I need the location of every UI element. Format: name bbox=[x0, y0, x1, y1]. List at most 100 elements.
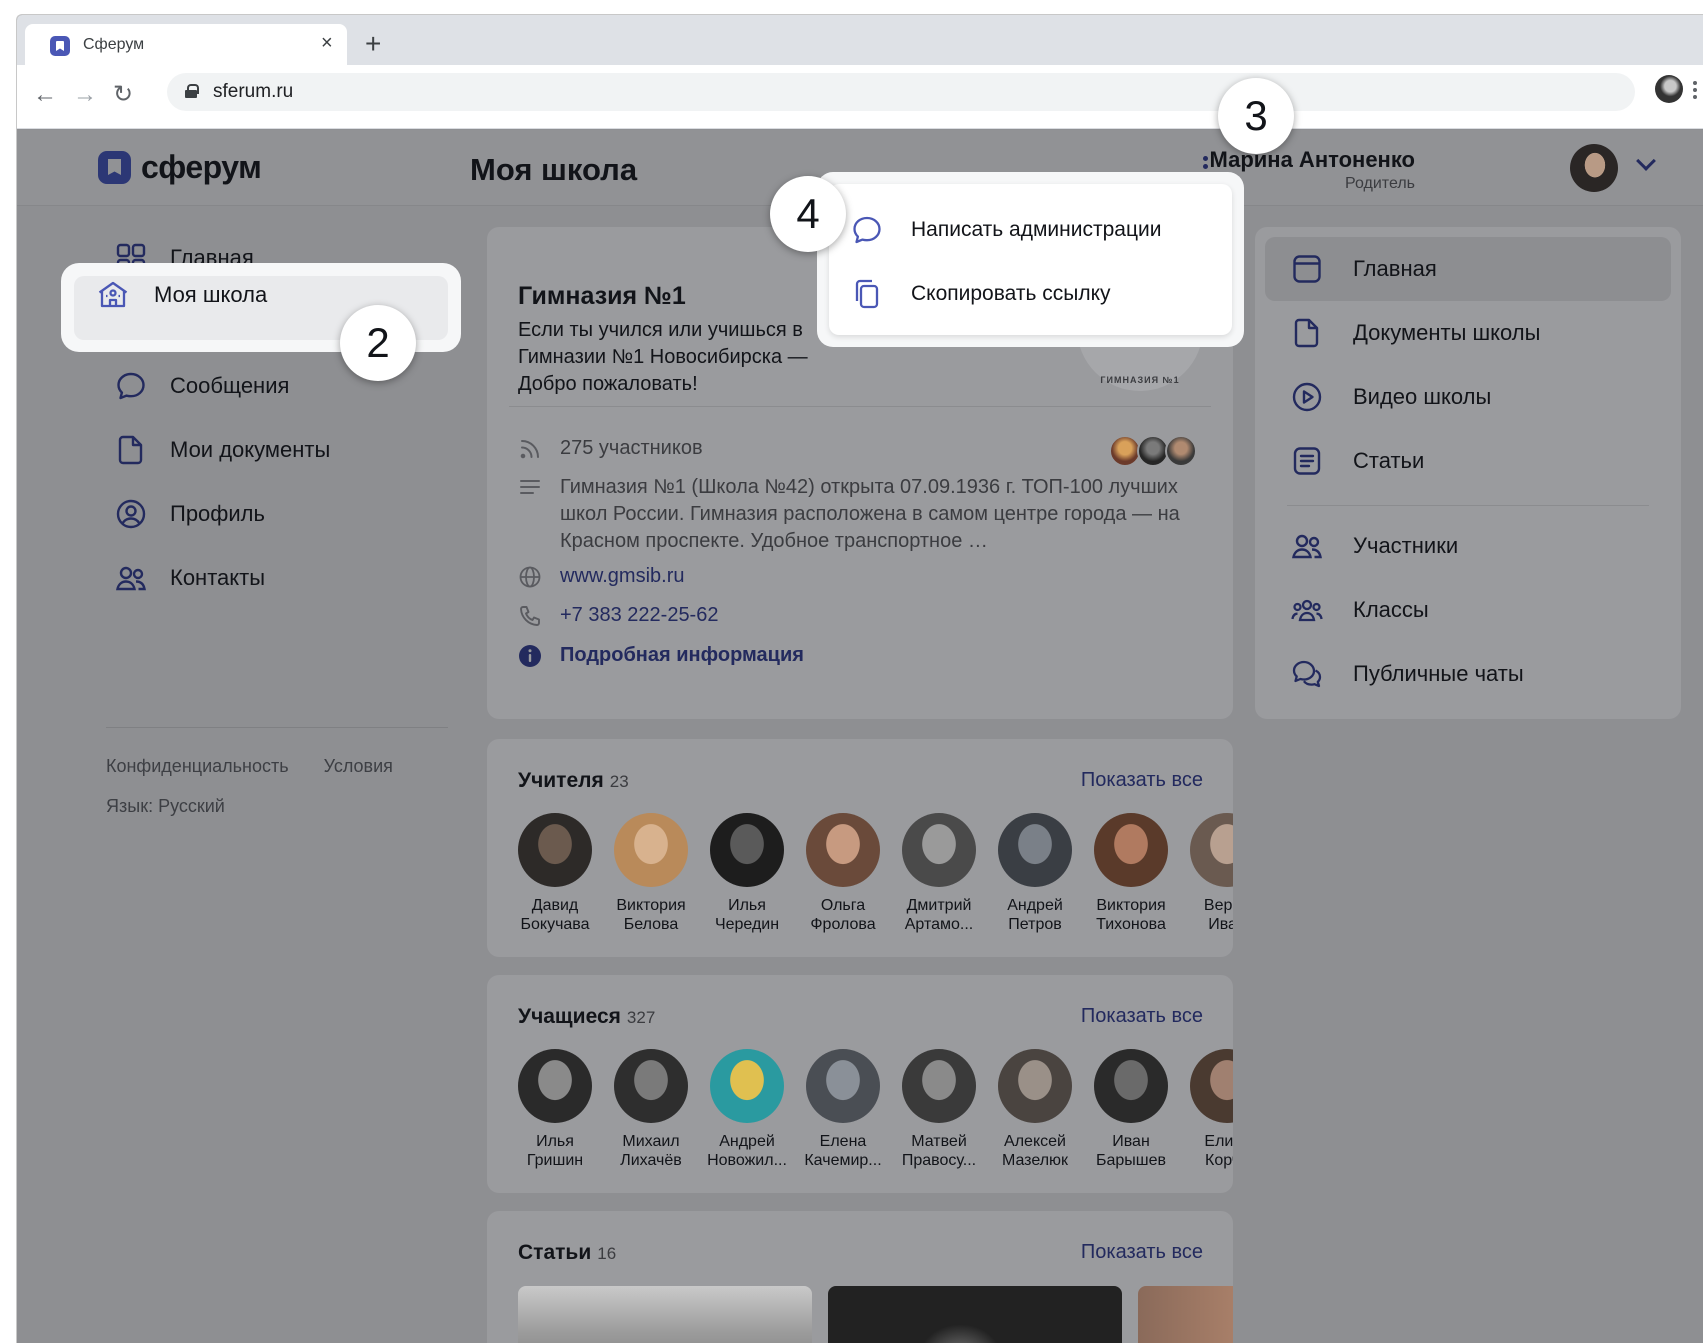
avatar bbox=[998, 1049, 1072, 1123]
person-name: Матвей Правосу... bbox=[901, 1133, 977, 1169]
avatar bbox=[614, 1049, 688, 1123]
sidebar-item-profile[interactable]: Профиль bbox=[77, 482, 467, 546]
students-show-all-link[interactable]: Показать все bbox=[1081, 1005, 1203, 1028]
person-card[interactable]: Илья Чередин bbox=[699, 813, 795, 934]
section-item-label: Статьи bbox=[1353, 448, 1425, 473]
chat-bubble-icon bbox=[115, 370, 147, 402]
chevron-down-icon[interactable] bbox=[1636, 151, 1656, 171]
sidebar-item-label: Мои документы bbox=[170, 437, 331, 462]
chats-icon bbox=[1291, 658, 1323, 690]
terms-link[interactable]: Условия bbox=[324, 756, 393, 776]
person-name: Андрей Новожил... bbox=[707, 1133, 787, 1169]
article-thumbnail[interactable] bbox=[828, 1286, 1122, 1343]
article-thumbnail[interactable] bbox=[1138, 1286, 1233, 1343]
person-card[interactable]: Давид Бокучава bbox=[507, 813, 603, 934]
avatar bbox=[806, 813, 880, 887]
school-slogan: Если ты учился или учишься в Гимназии №1… bbox=[518, 319, 808, 395]
person-name: ЕлизаКорча bbox=[1204, 1133, 1233, 1169]
member-avatar bbox=[1165, 435, 1197, 467]
school-phone-link[interactable]: +7 383 222-25-62 bbox=[560, 602, 718, 629]
teachers-list: Давид Бокучава Виктория Белова Илья Чередин Ол… bbox=[507, 813, 1233, 943]
section-item-home[interactable]: Главная bbox=[1265, 237, 1671, 301]
school-section-nav: Главная Документы школы Видео школы Стат… bbox=[1255, 227, 1681, 719]
teachers-title: Учителя 23 bbox=[518, 769, 629, 792]
avatar bbox=[902, 1049, 976, 1123]
section-item-documents[interactable]: Документы школы bbox=[1265, 301, 1671, 365]
person-card[interactable]: Андрей Петров bbox=[987, 813, 1083, 934]
menu-item-write-admin[interactable]: Написать администрации bbox=[829, 198, 1232, 260]
articles-title: Статьи 16 bbox=[518, 1241, 617, 1264]
school-website-link[interactable]: www.gmsib.ru bbox=[560, 563, 684, 590]
members-avatars[interactable] bbox=[1109, 435, 1205, 467]
person-name: Дмитрий Артамо... bbox=[904, 897, 974, 933]
articles-show-all-link[interactable]: Показать все bbox=[1081, 1241, 1203, 1264]
new-tab-button[interactable]: + bbox=[365, 30, 381, 58]
avatar bbox=[902, 813, 976, 887]
browser-profile-avatar[interactable] bbox=[1655, 75, 1683, 103]
section-item-video[interactable]: Видео школы bbox=[1265, 365, 1671, 429]
person-card[interactable]: Михаил Лихачёв bbox=[603, 1049, 699, 1170]
browser-tab[interactable]: Сферум × bbox=[25, 24, 347, 65]
person-card[interactable]: Андрей Новожил... bbox=[699, 1049, 795, 1170]
sidebar-item-documents[interactable]: Мои документы bbox=[77, 418, 467, 482]
avatar bbox=[806, 1049, 880, 1123]
person-card[interactable]: Алексей Мазелюк bbox=[987, 1049, 1083, 1170]
tab-strip: Сферум × + bbox=[17, 15, 1703, 65]
article-thumbnail[interactable] bbox=[518, 1286, 812, 1343]
teachers-show-all-link[interactable]: Показать все bbox=[1081, 769, 1203, 792]
phone-icon bbox=[518, 604, 542, 628]
section-item-label: Документы школы bbox=[1353, 320, 1541, 345]
page-title: Моя школа bbox=[470, 152, 638, 187]
language-selector[interactable]: Язык: Русский bbox=[106, 796, 225, 817]
step-badge-2: 2 bbox=[340, 305, 416, 381]
article-icon bbox=[1291, 445, 1323, 477]
section-item-members[interactable]: Участники bbox=[1265, 514, 1671, 578]
card-divider bbox=[509, 406, 1211, 407]
section-item-classes[interactable]: Классы bbox=[1265, 578, 1671, 642]
forward-arrow-icon[interactable]: → bbox=[73, 83, 97, 107]
person-name: Давид Бокучава bbox=[520, 897, 590, 933]
students-title: Учащиеся 327 bbox=[518, 1005, 656, 1028]
sidebar-item-contacts[interactable]: Контакты bbox=[77, 546, 467, 610]
sidebar-item-label: Сообщения bbox=[170, 373, 290, 398]
person-card[interactable]: Виктория Тихонова bbox=[1083, 813, 1179, 934]
step-badge-4: 4 bbox=[770, 176, 846, 252]
person-name: ВеронИван bbox=[1203, 897, 1233, 933]
sferum-logo-icon bbox=[98, 151, 131, 184]
url-text: sferum.ru bbox=[213, 81, 294, 102]
person-card[interactable]: Матвей Правосу... bbox=[891, 1049, 987, 1170]
person-card[interactable]: Дмитрий Артамо... bbox=[891, 813, 987, 934]
tab-close-icon[interactable]: × bbox=[321, 32, 333, 54]
person-name: Алексей Мазелюк bbox=[1001, 1133, 1069, 1169]
section-item-public-chats[interactable]: Публичные чаты bbox=[1265, 642, 1671, 706]
avatar bbox=[614, 813, 688, 887]
address-bar[interactable]: sferum.ru bbox=[167, 73, 1635, 111]
reload-icon[interactable]: ↻ bbox=[113, 83, 133, 107]
lock-icon bbox=[185, 84, 199, 98]
person-card[interactable]: Иван Барышев bbox=[1083, 1049, 1179, 1170]
person-card[interactable]: Илья Гришин bbox=[507, 1049, 603, 1170]
browser-menu-icon[interactable] bbox=[1693, 81, 1697, 101]
person-card[interactable]: ЕлизаКорча bbox=[1179, 1049, 1233, 1170]
articles-card: Статьи 16 Показать все bbox=[487, 1211, 1233, 1343]
avatar bbox=[710, 813, 784, 887]
browser-toolbar: ← → ↻ sferum.ru bbox=[17, 65, 1703, 129]
sidebar-divider bbox=[106, 727, 448, 728]
person-card[interactable]: Виктория Белова bbox=[603, 813, 699, 934]
more-options-menu: Написать администрации Скопировать ссылк… bbox=[817, 172, 1244, 347]
person-card[interactable]: Ольга Фролова bbox=[795, 813, 891, 934]
menu-item-copy-link[interactable]: Скопировать ссылку bbox=[829, 262, 1232, 324]
person-name: Виктория Белова bbox=[616, 897, 686, 933]
user-avatar[interactable] bbox=[1570, 144, 1618, 192]
privacy-link[interactable]: Конфиденциальность bbox=[106, 756, 289, 776]
teachers-card: Учителя 23 Показать все Давид Бокучава Викт… bbox=[487, 739, 1233, 957]
more-info-link[interactable]: Подробная информация bbox=[560, 642, 804, 669]
footer-links: Конфиденциальность Условия bbox=[106, 756, 423, 777]
person-card[interactable]: ВеронИван bbox=[1179, 813, 1233, 934]
person-card[interactable]: Елена Качемир... bbox=[795, 1049, 891, 1170]
globe-icon bbox=[518, 565, 542, 589]
members-count: 275 участников bbox=[560, 437, 703, 459]
avatar bbox=[1190, 813, 1233, 887]
back-arrow-icon[interactable]: ← bbox=[33, 83, 57, 107]
section-item-articles[interactable]: Статьи bbox=[1265, 429, 1671, 493]
